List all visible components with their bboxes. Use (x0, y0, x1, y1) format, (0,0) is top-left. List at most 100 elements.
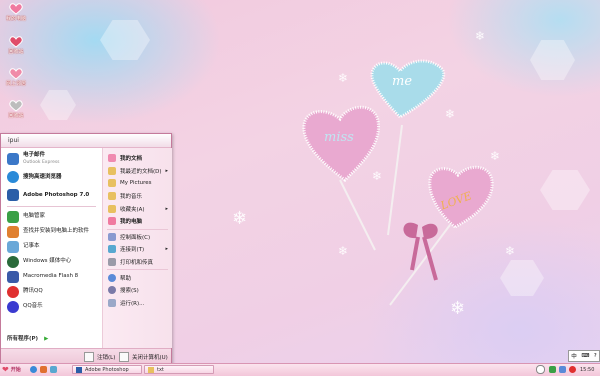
place-run[interactable]: 运行(R)... (103, 297, 172, 310)
clock[interactable]: 15:50 (580, 367, 594, 373)
place-label: 我的文档 (120, 156, 143, 163)
start-label: 开始 (10, 367, 21, 373)
start-menu: ipui 电子邮件 Outlook Express 搜狗高速浏览器 Adobe P… (0, 133, 172, 365)
logoff-button[interactable]: 注销(L) (84, 352, 115, 362)
menu-item-label: 记事本 (23, 243, 40, 249)
logoff-icon (84, 352, 94, 362)
folder-icon (108, 179, 116, 188)
menu-item-label: 电脑管家 (23, 213, 46, 219)
desktop-icon-network[interactable]: 网上邻居 (2, 68, 30, 87)
start-menu-places: 我的文档 我最近的文档(D) ▸ My Pictures 我的音乐 收藏夹(A) ▸… (102, 148, 172, 348)
place-help[interactable]: 帮助 (103, 271, 172, 284)
menu-item-flash[interactable]: Macromedia Flash 8 (1, 269, 102, 284)
flash-icon (7, 270, 19, 283)
desktop-icon-label: 网上邻居 (5, 81, 26, 87)
arrow-right-icon: ▶ (44, 336, 49, 342)
folder-icon (108, 192, 116, 201)
menu-item-label: 搜狗高速浏览器 (23, 173, 62, 180)
place-label: 运行(R)... (120, 300, 145, 307)
taskbar-button-folder[interactable]: txt (144, 365, 214, 374)
place-label: 连接到(T) (120, 247, 145, 254)
qq-tray-icon[interactable] (569, 366, 576, 373)
lollipop-text: miss (324, 130, 354, 145)
place-my-documents[interactable]: 我的文档 (103, 152, 172, 165)
place-recent-documents[interactable]: 我最近的文档(D) ▸ (103, 165, 172, 178)
menu-item-sublabel: Outlook Express (23, 160, 60, 165)
media-icon[interactable] (40, 366, 47, 373)
menu-item-email[interactable]: 电子邮件 Outlook Express (1, 150, 102, 168)
desktop-icon-my-computer[interactable]: 我的电脑 (2, 3, 30, 22)
place-control-panel[interactable]: 控制面板(C) (103, 231, 172, 244)
help-icon (108, 273, 116, 282)
bokeh-shape (40, 90, 76, 120)
start-button[interactable]: ❤ 开始 (2, 365, 21, 374)
place-search[interactable]: 搜索(S) (103, 284, 172, 297)
desktop-icon[interactable] (50, 366, 57, 373)
language-bar[interactable]: 中 ⌨ ? (568, 350, 600, 362)
menu-item-label: Macromedia Flash 8 (23, 273, 79, 279)
lollipop-stick (387, 124, 403, 236)
shield-tray-icon[interactable] (549, 366, 556, 373)
place-my-pictures[interactable]: My Pictures (103, 177, 172, 190)
menu-item-qq[interactable]: 腾讯QQ (1, 284, 102, 299)
desktop-icon-recycle[interactable]: 回收站 (2, 36, 30, 55)
all-programs-button[interactable]: 所有程序(P) ▶ (7, 334, 48, 342)
submenu-arrow: ▸ (165, 246, 168, 253)
menu-item-photoshop[interactable]: Adobe Photoshop 7.0 (1, 186, 102, 204)
heart-icon (9, 100, 23, 112)
menu-item-pc-manager[interactable]: 电脑管家 (1, 209, 102, 224)
run-icon (108, 298, 116, 307)
qq-penguin-icon (7, 285, 19, 298)
quick-launch (30, 365, 57, 374)
control-panel-icon (108, 232, 116, 241)
menu-item-media-center[interactable]: Windows 媒体中心 (1, 254, 102, 269)
star-icon (108, 204, 116, 213)
start-menu-header: ipui (1, 134, 171, 148)
taskbar-button-label: Adobe Photoshop (85, 366, 129, 373)
user-name: ipui (8, 137, 19, 144)
heart-icon (108, 217, 116, 226)
menu-separator (7, 206, 96, 207)
email-icon (7, 153, 19, 165)
help-tray-icon[interactable] (536, 365, 545, 374)
bokeh-shape (530, 40, 575, 80)
shutdown-label: 关闭计算机(U) (132, 355, 168, 361)
system-tray: 15:50 (536, 365, 594, 374)
volume-icon[interactable] (559, 366, 566, 373)
place-favorites[interactable]: 收藏夹(A) ▸ (103, 202, 172, 215)
place-printers[interactable]: 打印机和传真 (103, 256, 172, 269)
desktop-icon-label: 我的电脑 (5, 16, 26, 22)
taskbar-button-photoshop[interactable]: Adobe Photoshop (72, 365, 142, 374)
heart-icon (9, 3, 23, 15)
place-my-computer[interactable]: 我的电脑 (103, 215, 172, 228)
menu-item-label: 查找并安装到电脑上的软件 (23, 228, 90, 234)
menu-separator (107, 269, 168, 271)
menu-item-qq-music[interactable]: QQ音乐 (1, 299, 102, 314)
desktop-icon-trash[interactable]: 回收站 (2, 100, 30, 119)
ie-icon[interactable] (30, 366, 37, 373)
place-label: 搜索(S) (120, 288, 139, 295)
shutdown-button[interactable]: 关闭计算机(U) (119, 352, 168, 362)
heart-folder-icon (108, 154, 116, 163)
submenu-arrow: ▸ (165, 167, 168, 174)
printer-icon (108, 258, 116, 267)
place-label: 我的音乐 (120, 194, 143, 201)
desktop-icon-label: 回收站 (8, 49, 24, 55)
network-icon (108, 245, 116, 254)
power-icon (119, 352, 129, 362)
photoshop-icon (7, 189, 19, 201)
menu-item-browser[interactable]: 搜狗高速浏览器 (1, 168, 102, 186)
menu-item-notepad[interactable]: 记事本 (1, 239, 102, 254)
search-icon (108, 286, 116, 295)
menu-item-find-software[interactable]: 查找并安装到电脑上的软件 (1, 224, 102, 239)
menu-item-label: QQ音乐 (23, 303, 43, 309)
help-icon: ? (593, 353, 597, 359)
place-connect-to[interactable]: 连接到(T) ▸ (103, 243, 172, 256)
notepad-icon (7, 240, 19, 253)
place-label: 控制面板(C) (120, 234, 151, 241)
submenu-arrow: ▸ (165, 205, 168, 212)
place-my-music[interactable]: 我的音乐 (103, 190, 172, 203)
bokeh-shape (540, 170, 590, 210)
place-label: 收藏夹(A) (120, 206, 145, 213)
menu-item-label: 腾讯QQ (23, 288, 43, 294)
